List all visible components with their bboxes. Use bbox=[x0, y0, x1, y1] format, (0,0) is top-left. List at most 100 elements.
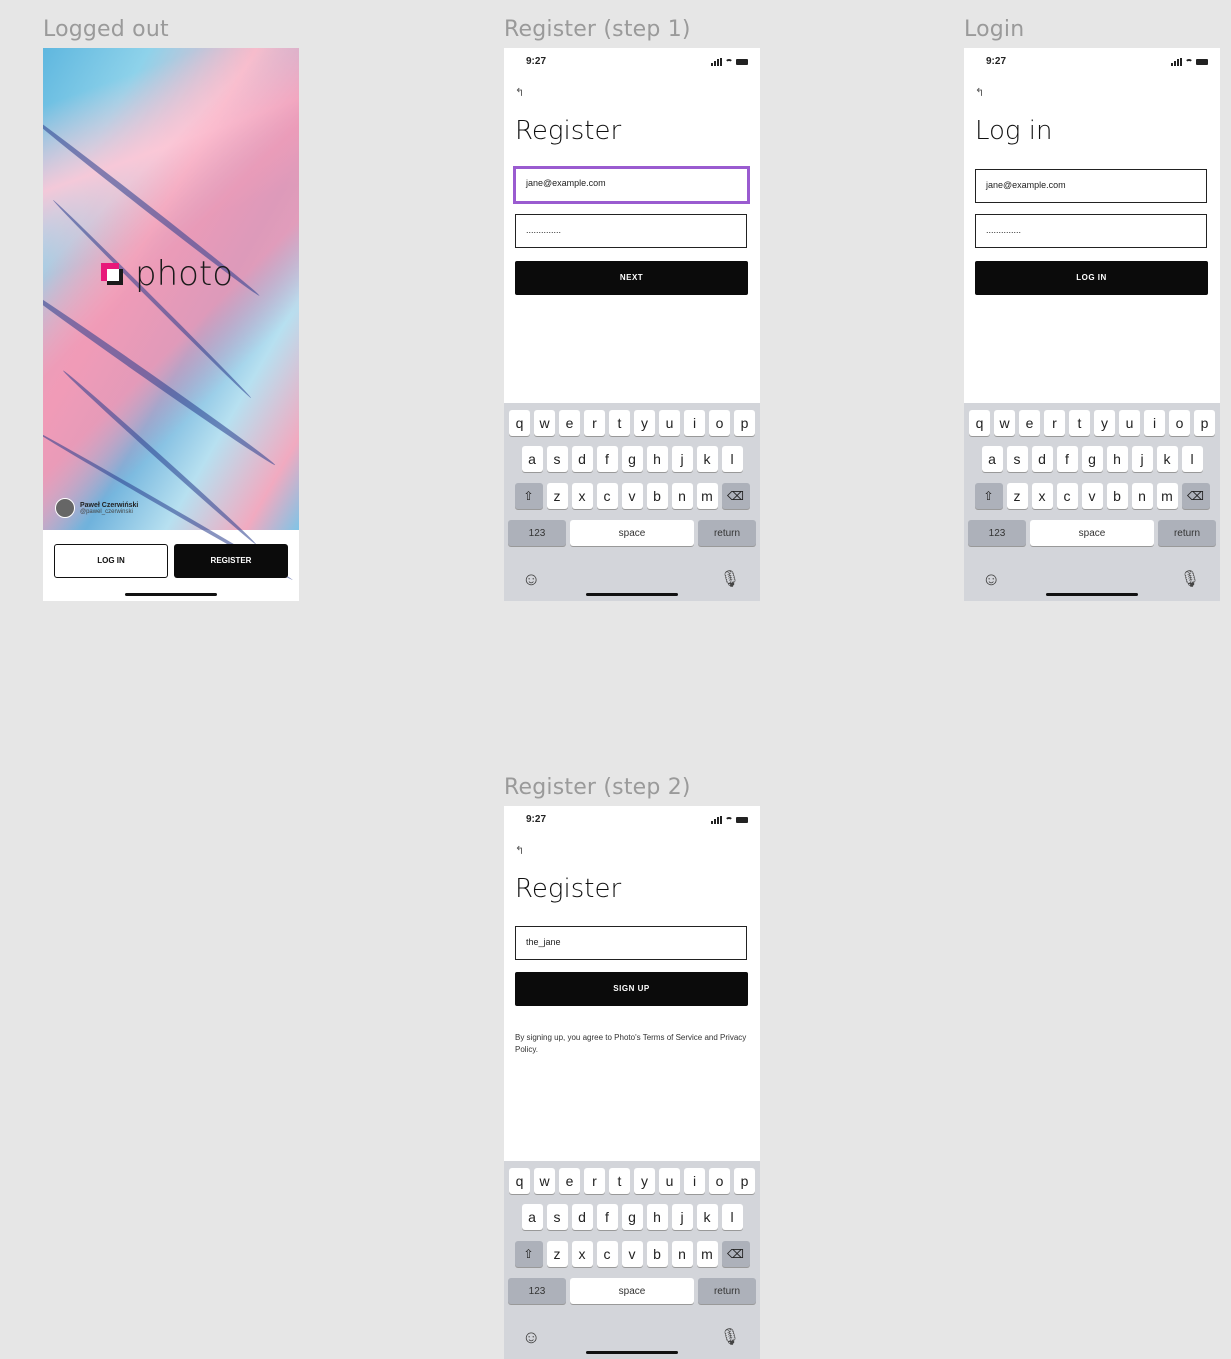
key-m[interactable]: m bbox=[1156, 483, 1178, 509]
key-v[interactable]: v bbox=[621, 1241, 643, 1267]
key-n[interactable]: n bbox=[671, 1241, 693, 1267]
key-k[interactable]: k bbox=[696, 446, 718, 472]
username-field[interactable]: the_jane bbox=[515, 926, 747, 960]
delete-icon[interactable]: ⌫ bbox=[1181, 483, 1210, 509]
space-key[interactable]: space bbox=[1030, 520, 1154, 546]
key-e[interactable]: e bbox=[559, 1168, 580, 1194]
key-m[interactable]: m bbox=[696, 1241, 718, 1267]
key-o[interactable]: o bbox=[709, 1168, 730, 1194]
key-i[interactable]: i bbox=[684, 1168, 705, 1194]
key-y[interactable]: y bbox=[634, 1168, 655, 1194]
key-e[interactable]: e bbox=[559, 410, 580, 436]
key-u[interactable]: u bbox=[659, 410, 680, 436]
login-button[interactable]: LOG IN bbox=[975, 261, 1208, 295]
key-l[interactable]: l bbox=[1181, 446, 1203, 472]
back-arrow-icon[interactable]: ↰ bbox=[515, 86, 524, 99]
login-button[interactable]: LOG IN bbox=[54, 544, 168, 578]
key-l[interactable]: l bbox=[721, 446, 743, 472]
key-i[interactable]: i bbox=[1144, 410, 1165, 436]
space-key[interactable]: space bbox=[570, 1278, 694, 1304]
mic-icon[interactable]: 🎙︎ bbox=[720, 1327, 740, 1347]
key-n[interactable]: n bbox=[1131, 483, 1153, 509]
key-f[interactable]: f bbox=[1056, 446, 1078, 472]
emoji-icon[interactable]: ☺ bbox=[522, 569, 540, 590]
shift-icon[interactable]: ⇧ bbox=[514, 1241, 543, 1267]
key-a[interactable]: a bbox=[521, 1204, 543, 1230]
key-m[interactable]: m bbox=[696, 483, 718, 509]
home-indicator[interactable] bbox=[586, 593, 678, 596]
key-w[interactable]: w bbox=[534, 1168, 555, 1194]
password-field[interactable]: .............. bbox=[515, 214, 747, 248]
key-h[interactable]: h bbox=[646, 1204, 668, 1230]
email-field[interactable]: jane@example.com bbox=[513, 166, 750, 204]
key-d[interactable]: d bbox=[571, 446, 593, 472]
key-d[interactable]: d bbox=[1031, 446, 1053, 472]
password-field[interactable]: .............. bbox=[975, 214, 1207, 248]
register-button[interactable]: REGISTER bbox=[174, 544, 288, 578]
return-key[interactable]: return bbox=[698, 1278, 756, 1304]
numbers-key[interactable]: 123 bbox=[508, 1278, 566, 1304]
key-f[interactable]: f bbox=[596, 446, 618, 472]
key-q[interactable]: q bbox=[969, 410, 990, 436]
key-q[interactable]: q bbox=[509, 410, 530, 436]
key-h[interactable]: h bbox=[646, 446, 668, 472]
key-b[interactable]: b bbox=[1106, 483, 1128, 509]
space-key[interactable]: space bbox=[570, 520, 694, 546]
key-c[interactable]: c bbox=[1056, 483, 1078, 509]
key-q[interactable]: q bbox=[509, 1168, 530, 1194]
key-f[interactable]: f bbox=[596, 1204, 618, 1230]
key-j[interactable]: j bbox=[671, 1204, 693, 1230]
key-y[interactable]: y bbox=[1094, 410, 1115, 436]
key-g[interactable]: g bbox=[621, 446, 643, 472]
key-x[interactable]: x bbox=[1031, 483, 1053, 509]
key-u[interactable]: u bbox=[1119, 410, 1140, 436]
key-t[interactable]: t bbox=[609, 1168, 630, 1194]
key-t[interactable]: t bbox=[609, 410, 630, 436]
key-a[interactable]: a bbox=[981, 446, 1003, 472]
key-v[interactable]: v bbox=[1081, 483, 1103, 509]
key-o[interactable]: o bbox=[1169, 410, 1190, 436]
photo-credit[interactable]: Paweł Czerwiński @pawel_czerwinski bbox=[55, 498, 138, 518]
key-w[interactable]: w bbox=[994, 410, 1015, 436]
key-l[interactable]: l bbox=[721, 1204, 743, 1230]
key-z[interactable]: z bbox=[546, 1241, 568, 1267]
key-a[interactable]: a bbox=[521, 446, 543, 472]
key-u[interactable]: u bbox=[659, 1168, 680, 1194]
shift-icon[interactable]: ⇧ bbox=[514, 483, 543, 509]
key-x[interactable]: x bbox=[571, 483, 593, 509]
shift-icon[interactable]: ⇧ bbox=[974, 483, 1003, 509]
key-j[interactable]: j bbox=[671, 446, 693, 472]
key-e[interactable]: e bbox=[1019, 410, 1040, 436]
key-b[interactable]: b bbox=[646, 1241, 668, 1267]
key-j[interactable]: j bbox=[1131, 446, 1153, 472]
key-s[interactable]: s bbox=[546, 1204, 568, 1230]
key-d[interactable]: d bbox=[571, 1204, 593, 1230]
numbers-key[interactable]: 123 bbox=[508, 520, 566, 546]
return-key[interactable]: return bbox=[1158, 520, 1216, 546]
key-y[interactable]: y bbox=[634, 410, 655, 436]
delete-icon[interactable]: ⌫ bbox=[721, 483, 750, 509]
delete-icon[interactable]: ⌫ bbox=[721, 1241, 750, 1267]
key-r[interactable]: r bbox=[584, 410, 605, 436]
key-g[interactable]: g bbox=[1081, 446, 1103, 472]
key-i[interactable]: i bbox=[684, 410, 705, 436]
key-t[interactable]: t bbox=[1069, 410, 1090, 436]
home-indicator[interactable] bbox=[586, 1351, 678, 1354]
next-button[interactable]: NEXT bbox=[515, 261, 748, 295]
key-r[interactable]: r bbox=[584, 1168, 605, 1194]
key-z[interactable]: z bbox=[1006, 483, 1028, 509]
key-r[interactable]: r bbox=[1044, 410, 1065, 436]
key-c[interactable]: c bbox=[596, 483, 618, 509]
key-s[interactable]: s bbox=[546, 446, 568, 472]
email-field[interactable]: jane@example.com bbox=[975, 169, 1207, 203]
home-indicator[interactable] bbox=[1046, 593, 1138, 596]
key-c[interactable]: c bbox=[596, 1241, 618, 1267]
key-b[interactable]: b bbox=[646, 483, 668, 509]
return-key[interactable]: return bbox=[698, 520, 756, 546]
mic-icon[interactable]: 🎙︎ bbox=[720, 569, 740, 589]
key-v[interactable]: v bbox=[621, 483, 643, 509]
key-p[interactable]: p bbox=[1194, 410, 1215, 436]
key-x[interactable]: x bbox=[571, 1241, 593, 1267]
emoji-icon[interactable]: ☺ bbox=[982, 569, 1000, 590]
key-n[interactable]: n bbox=[671, 483, 693, 509]
